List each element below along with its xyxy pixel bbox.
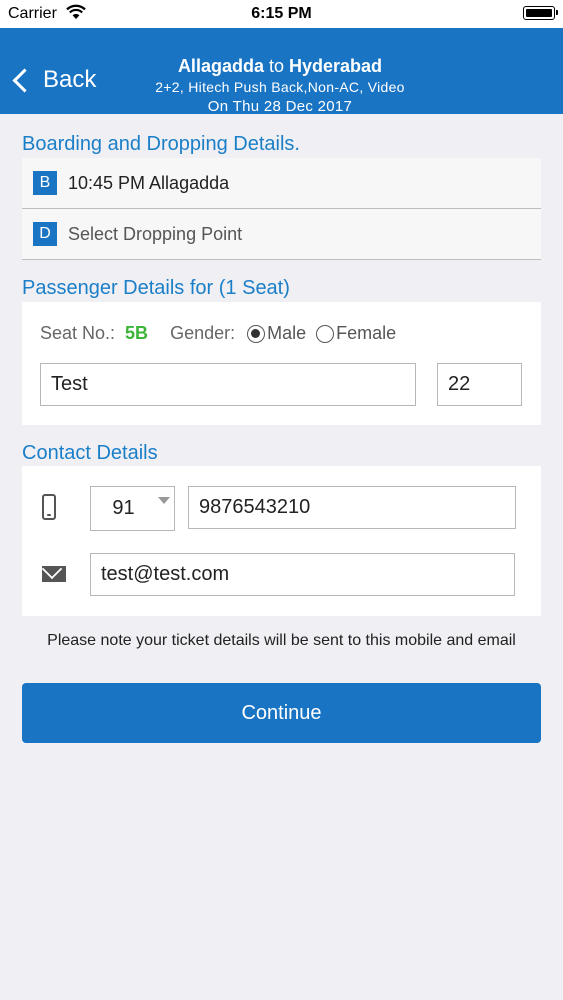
- mobile-number-input[interactable]: 9876543210: [188, 486, 516, 529]
- country-code-select[interactable]: 91: [90, 486, 175, 531]
- dropdown-caret-icon: [158, 497, 170, 504]
- route-to: Hyderabad: [289, 56, 383, 76]
- boarding-point-row[interactable]: B 10:45 PM Allagadda: [22, 158, 541, 209]
- battery-icon: [523, 6, 558, 20]
- bus-details: 2+2, Hitech Push Back,Non-AC, Video: [155, 79, 405, 95]
- gender-option-female[interactable]: Female: [316, 323, 396, 344]
- route-from: Allagadda: [177, 56, 264, 76]
- journey-date: On Thu 28 Dec 2017: [207, 98, 353, 115]
- passenger-age-input[interactable]: 22: [437, 363, 522, 406]
- ticket-delivery-note: Please note your ticket details will be …: [47, 632, 516, 649]
- status-bar: Carrier 6:15 PM: [0, 0, 563, 28]
- passenger-details-card: Seat No.: 5B Gender: Male Female Test 22: [22, 302, 541, 425]
- email-input[interactable]: test@test.com: [90, 553, 515, 596]
- seat-label: Seat No.:: [40, 323, 116, 343]
- back-label: Back: [43, 66, 97, 93]
- contact-details-heading: Contact Details: [22, 442, 158, 464]
- dropping-point-row[interactable]: D Select Dropping Point: [22, 209, 541, 260]
- gender-male-label: Male: [267, 323, 307, 343]
- navigation-bar: Back Allagadda to Hyderabad 2+2, Hitech …: [0, 28, 563, 115]
- route-title: Allagadda to Hyderabad: [130, 56, 430, 77]
- route-connector: to: [268, 56, 284, 76]
- gender-female-label: Female: [336, 323, 397, 343]
- envelope-icon: [42, 566, 66, 582]
- gender-option-male[interactable]: Male: [247, 323, 306, 344]
- dropping-badge: D: [33, 222, 57, 246]
- seat-gender-line: Seat No.: 5B Gender: Male Female: [40, 323, 396, 344]
- dropping-point-value: Select Dropping Point: [68, 224, 243, 244]
- clock: 6:15 PM: [251, 5, 312, 22]
- seat-number: 5B: [125, 323, 149, 343]
- boarding-dropping-panel: B 10:45 PM Allagadda D Select Dropping P…: [22, 158, 541, 260]
- boarding-badge: B: [33, 171, 57, 195]
- country-code-value: 91: [112, 497, 135, 519]
- passenger-details-heading: Passenger Details for (1 Seat): [22, 277, 290, 299]
- boarding-point-value: 10:45 PM Allagadda: [68, 173, 230, 193]
- mobile-phone-icon: [42, 494, 56, 520]
- back-button[interactable]: Back: [10, 66, 96, 94]
- radio-selected-icon: [247, 324, 266, 343]
- chevron-left-icon: [12, 67, 37, 93]
- gender-label: Gender:: [170, 323, 236, 343]
- radio-unselected-icon: [316, 324, 335, 343]
- continue-button[interactable]: Continue: [22, 683, 541, 743]
- boarding-dropping-heading: Boarding and Dropping Details.: [22, 133, 300, 155]
- passenger-name-input[interactable]: Test: [40, 363, 416, 406]
- contact-details-card: 91 9876543210 test@test.com: [22, 466, 541, 616]
